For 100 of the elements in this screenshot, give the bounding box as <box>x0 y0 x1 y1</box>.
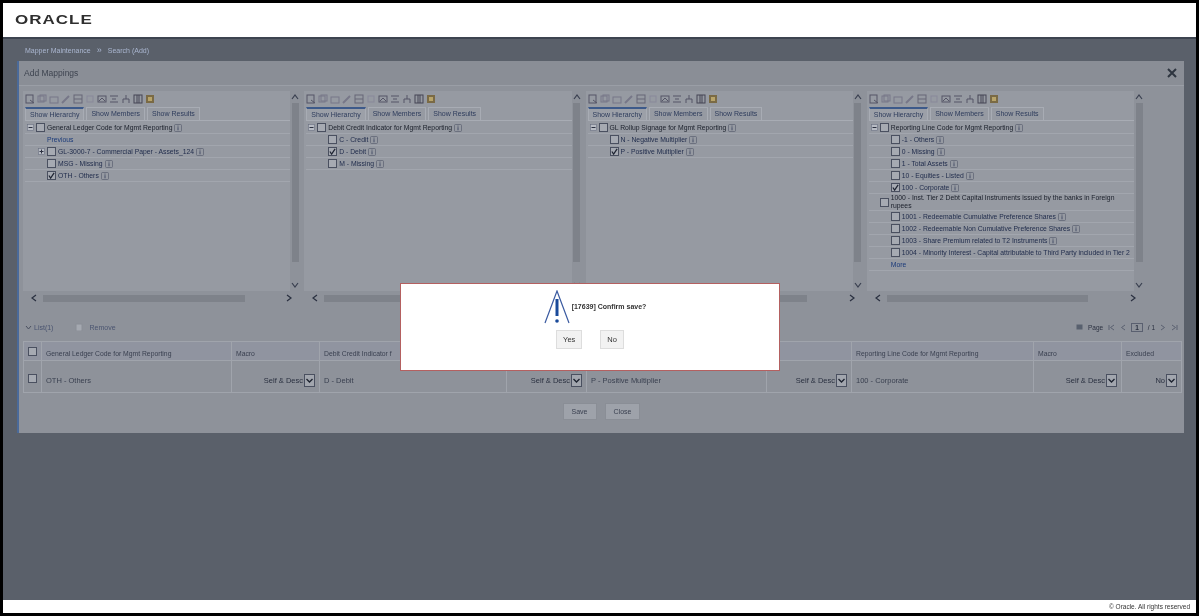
collapse-icon[interactable] <box>308 124 316 131</box>
folder-icon[interactable] <box>330 94 341 104</box>
align-icon[interactable] <box>109 94 119 104</box>
previous-page-icon[interactable] <box>1120 323 1127 331</box>
square-icon[interactable] <box>928 94 939 104</box>
caret-icon <box>1166 374 1177 387</box>
hierarchy-icon[interactable] <box>964 94 975 104</box>
collapse-icon[interactable] <box>870 124 878 131</box>
page-icon <box>1075 324 1083 330</box>
pencil-icon[interactable] <box>623 94 634 104</box>
image-icon[interactable] <box>97 94 107 104</box>
pencil-icon[interactable] <box>342 94 353 104</box>
expand-icon[interactable] <box>38 148 45 155</box>
copy-icon[interactable] <box>318 94 329 104</box>
checkbox[interactable] <box>47 159 56 168</box>
align-icon[interactable] <box>952 94 963 104</box>
collapse-icon[interactable] <box>27 124 34 131</box>
checkbox[interactable] <box>28 347 37 356</box>
copy-icon[interactable] <box>37 94 47 104</box>
folder-icon[interactable] <box>611 94 622 104</box>
first-page-icon[interactable] <box>1108 323 1116 331</box>
caret-icon <box>1106 374 1117 387</box>
chevron-right-icon <box>286 294 293 302</box>
scrollbar-thumb[interactable] <box>854 103 862 262</box>
grid-icon[interactable] <box>707 94 718 104</box>
collapse-icon[interactable] <box>589 124 597 131</box>
checkbox[interactable] <box>36 123 45 132</box>
hierarchy-icon[interactable] <box>683 94 694 104</box>
next-page-icon[interactable] <box>1160 323 1166 331</box>
checkbox[interactable] <box>328 159 338 168</box>
caret-icon <box>571 374 582 387</box>
last-page-icon[interactable] <box>1171 323 1178 331</box>
checkbox[interactable] <box>890 248 900 257</box>
checkbox[interactable] <box>890 212 900 221</box>
align-icon[interactable] <box>390 94 401 104</box>
table-icon[interactable] <box>73 94 83 104</box>
document-icon[interactable] <box>25 94 35 104</box>
chevron-left-icon <box>31 294 37 302</box>
table-icon[interactable] <box>635 94 646 104</box>
scrollbar-thumb[interactable] <box>1135 103 1143 262</box>
image-icon[interactable] <box>378 94 389 104</box>
hierarchy-icon[interactable] <box>121 94 131 104</box>
table-icon[interactable] <box>916 94 927 104</box>
scrollbar-thumb[interactable] <box>573 103 580 262</box>
hierarchy-icon[interactable] <box>402 94 413 104</box>
columns-icon[interactable] <box>414 94 425 104</box>
checkbox[interactable] <box>879 123 889 132</box>
chevron-down-icon <box>1135 282 1143 288</box>
checkbox[interactable] <box>598 123 608 132</box>
oracle-logo: ORACLE <box>15 12 93 28</box>
caret-icon <box>836 374 847 387</box>
image-icon[interactable] <box>659 94 670 104</box>
document-icon[interactable] <box>868 94 879 104</box>
checkbox[interactable] <box>879 197 889 207</box>
checkbox[interactable] <box>890 236 900 245</box>
checkbox[interactable] <box>890 159 900 168</box>
square-icon[interactable] <box>647 94 658 104</box>
pencil-icon[interactable] <box>61 94 71 104</box>
scrollbar-thumb[interactable] <box>291 103 299 262</box>
pencil-icon[interactable] <box>904 94 915 104</box>
chevron-up-icon <box>1135 94 1143 100</box>
align-icon[interactable] <box>671 94 682 104</box>
checkbox[interactable] <box>890 135 900 144</box>
copy-icon[interactable] <box>599 94 610 104</box>
checkbox[interactable] <box>47 171 56 180</box>
columns-icon[interactable] <box>695 94 706 104</box>
checkbox[interactable] <box>890 183 900 192</box>
chevron-right-icon <box>848 294 855 302</box>
grid-icon[interactable] <box>145 94 155 104</box>
grid-icon[interactable] <box>426 94 437 104</box>
checkbox[interactable] <box>328 135 338 144</box>
checkbox[interactable] <box>328 147 338 156</box>
checkbox[interactable] <box>28 374 37 383</box>
document-icon[interactable] <box>587 94 598 104</box>
checkbox[interactable] <box>609 147 619 156</box>
checkbox[interactable] <box>890 171 900 180</box>
table-icon[interactable] <box>354 94 365 104</box>
trash-icon <box>75 323 84 331</box>
checkbox[interactable] <box>890 224 900 233</box>
close-icon[interactable] <box>1166 67 1178 79</box>
checkbox[interactable] <box>47 147 56 156</box>
copy-icon[interactable] <box>880 94 891 104</box>
chevron-up-icon <box>572 94 581 100</box>
document-icon[interactable] <box>306 94 317 104</box>
check-icon <box>610 148 618 155</box>
chevron-left-icon <box>874 294 881 302</box>
grid-icon[interactable] <box>988 94 999 104</box>
square-icon[interactable] <box>366 94 377 104</box>
check-icon <box>891 184 899 191</box>
checkbox[interactable] <box>890 147 900 156</box>
checkbox[interactable] <box>317 123 327 132</box>
chevron-up-icon <box>291 94 300 100</box>
columns-icon[interactable] <box>133 94 143 104</box>
image-icon[interactable] <box>940 94 951 104</box>
checkbox[interactable] <box>609 135 619 144</box>
folder-icon[interactable] <box>892 94 903 104</box>
columns-icon[interactable] <box>976 94 987 104</box>
chevron-down-icon <box>853 282 862 288</box>
caret-icon <box>304 374 315 387</box>
folder-icon[interactable] <box>49 94 59 104</box>
